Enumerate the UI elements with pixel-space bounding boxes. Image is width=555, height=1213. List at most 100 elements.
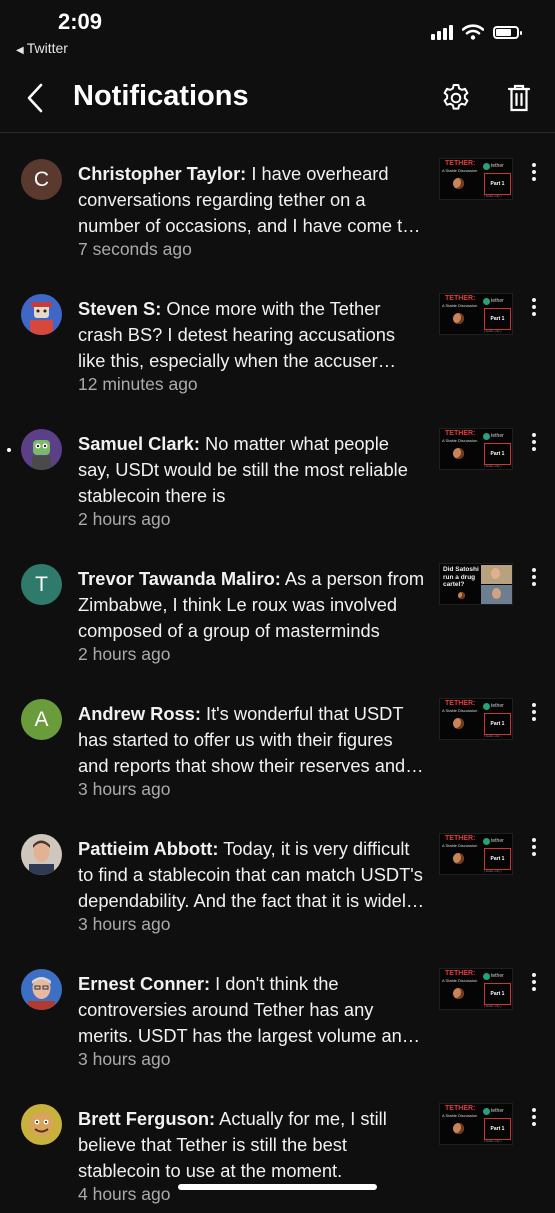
more-options-icon[interactable]: [524, 566, 544, 592]
notification-text: Trevor Tawanda Maliro: As a person from …: [78, 566, 426, 644]
tether-logo-icon: [483, 703, 490, 710]
home-indicator[interactable]: [178, 1184, 377, 1190]
moon-icon: [453, 448, 464, 459]
status-time: 2:09: [58, 9, 103, 34]
thumb-brand: tether: [491, 163, 504, 169]
thumb-part: Part 1: [484, 308, 511, 330]
avatar[interactable]: [21, 1104, 62, 1145]
notification-text: Ernest Conner: I don't think the controv…: [78, 971, 426, 1049]
thumb-note: ( Audio only ): [484, 1139, 502, 1143]
timestamp: 2 hours ago: [78, 644, 171, 664]
moon-icon: [453, 313, 464, 324]
avatar-letter: C: [33, 167, 50, 191]
video-thumbnail[interactable]: TETHER: A Stable Discussion tether Part …: [439, 833, 513, 875]
back-arrow-icon[interactable]: [22, 80, 50, 116]
tether-logo-icon: [483, 298, 490, 305]
commenter-name: Ernest Conner:: [78, 973, 211, 994]
thumb-face: [491, 568, 500, 579]
video-thumbnail[interactable]: TETHER: A Stable Discussion tether Part …: [439, 968, 513, 1010]
notification-item[interactable]: C Christopher Taylor: I have overheard c…: [0, 133, 555, 268]
commenter-name: Brett Ferguson:: [78, 1108, 216, 1129]
more-options-icon[interactable]: [524, 296, 544, 322]
avatar-illustration: [29, 840, 54, 875]
more-options-icon[interactable]: [524, 1106, 544, 1132]
thumb-title: TETHER:: [445, 835, 476, 842]
notification-item[interactable]: Ernest Conner: I don't think the controv…: [0, 943, 555, 1078]
timestamp: 3 hours ago: [78, 779, 171, 799]
thumb-note: ( Audio only ): [484, 869, 502, 873]
thumb-brand: tether: [491, 298, 504, 304]
avatar[interactable]: [21, 294, 62, 335]
back-to-app-link[interactable]: ◀ Twitter: [16, 40, 68, 56]
tether-logo-icon: [483, 1108, 490, 1115]
more-options-icon[interactable]: [524, 701, 544, 727]
thumb-part: Part 1: [484, 848, 511, 870]
notification-text: Brett Ferguson: Actually for me, I still…: [78, 1106, 426, 1184]
avatar-illustration: [28, 977, 55, 1010]
notification-item[interactable]: Pattieim Abbott: Today, it is very diffi…: [0, 808, 555, 943]
avatar[interactable]: [21, 834, 62, 875]
notification-text: Christopher Taylor: I have overheard con…: [78, 161, 426, 239]
thumb-note: ( Audio only ): [484, 194, 502, 198]
thumb-subtitle: A Stable Discussion: [442, 1113, 478, 1118]
battery-icon: [493, 25, 522, 39]
thumb-subtitle: A Stable Discussion: [442, 438, 478, 443]
moon-icon: [453, 988, 464, 999]
avatar-letter: T: [35, 572, 48, 596]
thumb-part: Part 1: [484, 983, 511, 1005]
video-thumbnail[interactable]: TETHER: A Stable Discussion tether Part …: [439, 1103, 513, 1145]
moon-icon: [453, 718, 464, 729]
notification-text: Pattieim Abbott: Today, it is very diffi…: [78, 836, 426, 914]
back-triangle-icon: ◀: [16, 45, 24, 56]
tether-logo-icon: [483, 973, 490, 980]
more-options-icon[interactable]: [524, 431, 544, 457]
thumb-note: ( Audio only ): [484, 1004, 502, 1008]
moon-icon: [453, 178, 464, 189]
notification-item[interactable]: Brett Ferguson: Actually for me, I still…: [0, 1078, 555, 1213]
avatar[interactable]: C: [21, 159, 62, 200]
thumb-part: Part 1: [484, 443, 511, 465]
video-thumbnail[interactable]: Did Satoshi run a drug cartel?: [439, 563, 513, 605]
notification-list: C Christopher Taylor: I have overheard c…: [0, 133, 555, 1213]
avatar[interactable]: T: [21, 564, 62, 605]
avatar[interactable]: [21, 429, 62, 470]
notification-item[interactable]: Samuel Clark: No matter what people say,…: [0, 403, 555, 538]
timestamp: 4 hours ago: [78, 1184, 171, 1204]
notification-item[interactable]: T Trevor Tawanda Maliro: As a person fro…: [0, 538, 555, 673]
thumb-title: TETHER:: [445, 430, 476, 437]
thumb-face: [492, 588, 501, 599]
more-options-icon[interactable]: [524, 161, 544, 187]
video-thumbnail[interactable]: TETHER: A Stable Discussion tether Part …: [439, 698, 513, 740]
more-options-icon[interactable]: [524, 971, 544, 997]
avatar[interactable]: [21, 969, 62, 1010]
notification-text: Andrew Ross: It's wonderful that USDT ha…: [78, 701, 426, 779]
timestamp: 3 hours ago: [78, 914, 171, 934]
thumb-title: TETHER:: [445, 295, 476, 302]
notification-item[interactable]: A Andrew Ross: It's wonderful that USDT …: [0, 673, 555, 808]
thumb-note: ( Audio only ): [484, 734, 502, 738]
gear-icon[interactable]: [440, 82, 472, 114]
avatar-letter: A: [34, 707, 49, 731]
thumb-subtitle: A Stable Discussion: [442, 708, 478, 713]
timestamp: 3 hours ago: [78, 1049, 171, 1069]
video-thumbnail[interactable]: TETHER: A Stable Discussion tether Part …: [439, 158, 513, 200]
avatar-illustration: [29, 1112, 54, 1136]
page-title: Notifications: [73, 80, 249, 112]
video-thumbnail[interactable]: TETHER: A Stable Discussion tether Part …: [439, 428, 513, 470]
notification-item[interactable]: Steven S: Once more with the Tether cras…: [0, 268, 555, 403]
timestamp: 7 seconds ago: [78, 239, 192, 259]
commenter-name: Trevor Tawanda Maliro:: [78, 568, 281, 589]
thumb-brand: tether: [491, 433, 504, 439]
moon-icon: [458, 592, 465, 599]
timestamp: 12 minutes ago: [78, 374, 198, 394]
video-thumbnail[interactable]: TETHER: A Stable Discussion tether Part …: [439, 293, 513, 335]
thumb-title: TETHER:: [445, 700, 476, 707]
status-bar: 2:09 ◀ Twitter: [0, 0, 555, 60]
thumb-subtitle: A Stable Discussion: [442, 843, 478, 848]
commenter-name: Christopher Taylor:: [78, 163, 247, 184]
avatar[interactable]: A: [21, 699, 62, 740]
trash-icon[interactable]: [505, 82, 533, 114]
tether-logo-icon: [483, 163, 490, 170]
more-options-icon[interactable]: [524, 836, 544, 862]
commenter-name: Samuel Clark:: [78, 433, 200, 454]
